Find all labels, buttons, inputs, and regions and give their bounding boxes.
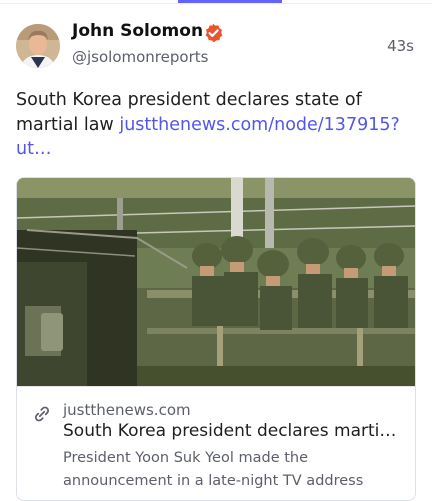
card-description: President Yoon Suk Yeol made the announc…	[63, 450, 364, 489]
timestamp[interactable]: 43s	[387, 37, 414, 55]
divider	[0, 3, 432, 4]
preview-image[interactable]	[17, 178, 415, 386]
avatar[interactable]	[16, 24, 60, 68]
author-name[interactable]: John Solomon	[72, 21, 203, 41]
card-domain: justthenews.com	[63, 401, 191, 419]
author-handle[interactable]: @jsolomonreports	[72, 48, 208, 66]
link-preview-card[interactable]: justthenews.com South Korea president de…	[16, 177, 416, 501]
link-icon	[35, 406, 49, 422]
verified-badge-icon	[205, 23, 223, 43]
card-body[interactable]: justthenews.com South Korea president de…	[17, 386, 415, 500]
post-content: South Korea president declares state of …	[16, 88, 416, 162]
card-title[interactable]: South Korea president declares marti…	[63, 421, 403, 441]
